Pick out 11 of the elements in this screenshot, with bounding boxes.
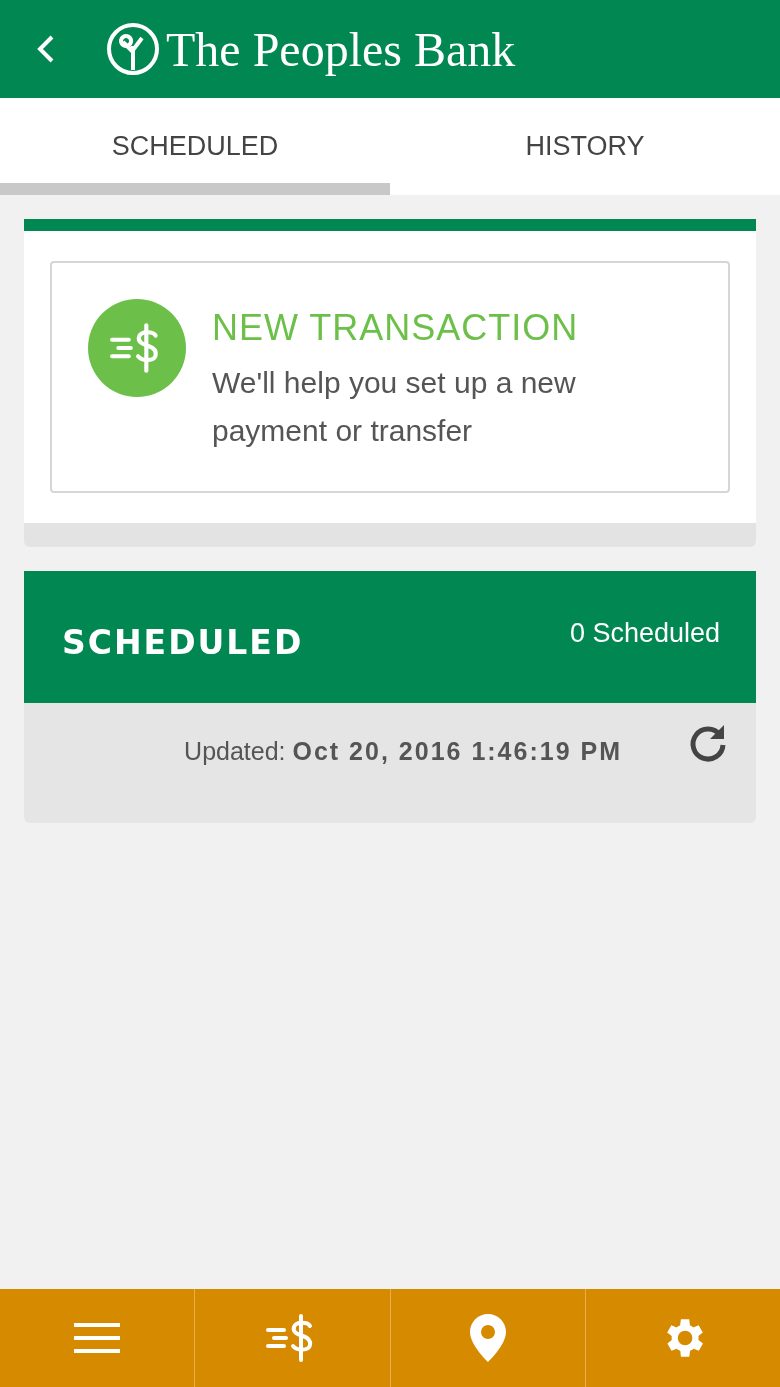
- updated-timestamp: Updated: Oct 20, 2016 1:46:19 PM: [184, 736, 622, 766]
- map-pin-icon: [469, 1314, 506, 1362]
- new-transaction-title: NEW TRANSACTION: [212, 307, 580, 349]
- bank-title: The Peoples Bank: [166, 21, 516, 77]
- logo-icon: [106, 22, 160, 76]
- menu-icon: [74, 1321, 121, 1355]
- new-transaction-description: We'll help you set up a new payment or transfer: [212, 365, 577, 449]
- new-transaction-button[interactable]: NEW TRANSACTION We'll help you set up a new payment or transfer: [50, 261, 730, 493]
- back-icon: [36, 34, 56, 64]
- scheduled-count: 0 Scheduled: [569, 617, 720, 649]
- scheduled-title: SCHEDULED: [62, 621, 304, 662]
